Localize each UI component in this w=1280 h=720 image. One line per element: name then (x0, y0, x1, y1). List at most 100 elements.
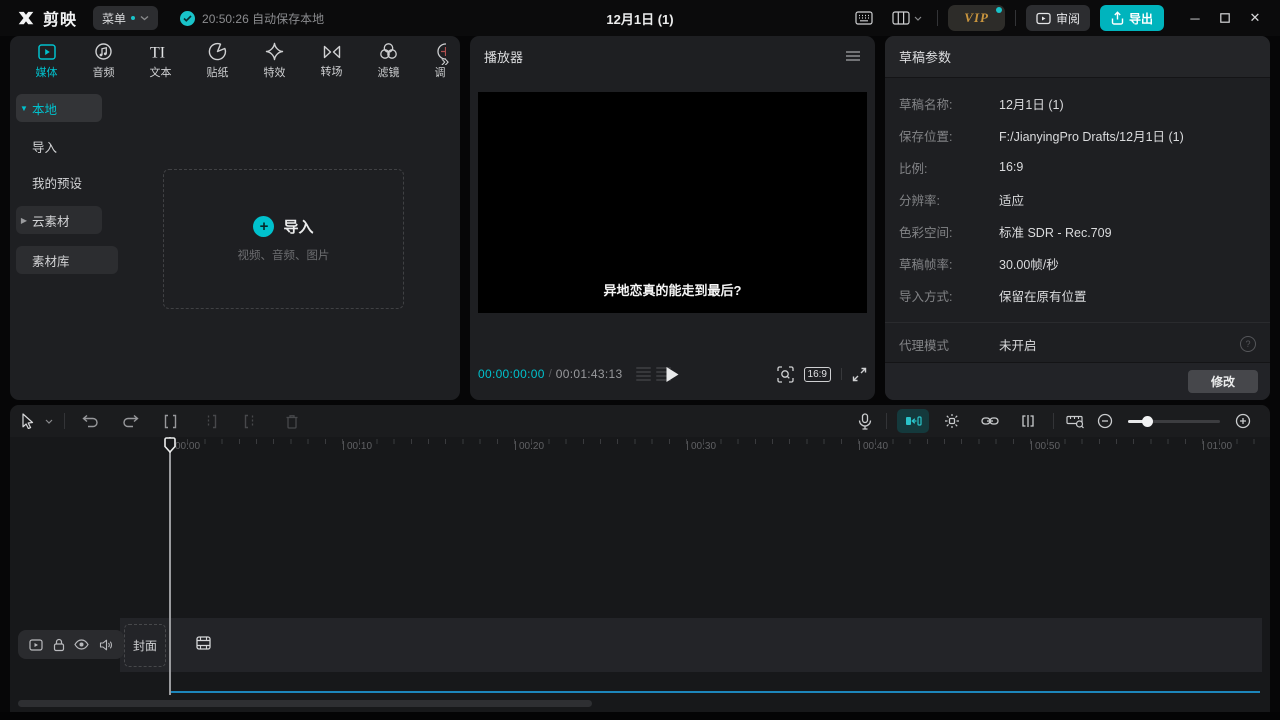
window-close-button[interactable]: ✕ (1240, 4, 1270, 32)
export-label: 导出 (1129, 10, 1153, 27)
sidebar-item-asset-library[interactable]: 素材库 (16, 246, 118, 274)
sidebar-item-local[interactable]: ▼ 本地 (16, 94, 102, 122)
main-track-indicator-line (170, 691, 1260, 693)
expand-tabs-button[interactable]: » (434, 50, 456, 72)
playhead-line (169, 437, 171, 695)
sidebar-item-import[interactable]: 导入 (16, 132, 118, 160)
vip-label: VIP (964, 10, 989, 26)
autosave-status: 20:50:26 自动保存本地 (180, 10, 324, 27)
export-icon (1111, 11, 1124, 25)
caret-right-icon: ▶ (16, 216, 32, 225)
zoom-out-button[interactable] (1090, 408, 1120, 434)
split-clip-button[interactable] (155, 408, 185, 434)
fit-timeline-button[interactable] (1060, 408, 1090, 434)
auto-snap-button[interactable] (937, 408, 967, 434)
autosave-text: 20:50:26 自动保存本地 (202, 10, 324, 27)
tab-media[interactable]: 媒体 (18, 36, 75, 86)
audio-icon (94, 42, 113, 61)
color-space-row: 色彩空间: 标准 SDR - Rec.709 (885, 215, 1270, 247)
undo-button[interactable] (75, 408, 105, 434)
hide-track-icon[interactable] (74, 639, 89, 650)
video-preview[interactable]: 异地恋真的能走到最后? (478, 92, 867, 313)
app-logo: 剪映 (16, 6, 77, 30)
window-maximize-button[interactable] (1210, 4, 1240, 32)
tab-transitions[interactable]: 转场 (303, 36, 360, 86)
tab-text[interactable]: TI 文本 (132, 36, 189, 86)
lock-track-icon[interactable] (53, 638, 65, 652)
player-title: 播放器 (484, 47, 523, 66)
link-clips-button[interactable] (975, 408, 1005, 434)
sidebar-item-my-presets[interactable]: 我的预设 (16, 168, 118, 196)
current-timecode: 00:00:00:00 (478, 367, 545, 381)
media-icon (37, 43, 57, 61)
import-subtitle: 视频、音频、图片 (238, 247, 330, 263)
redo-button[interactable] (115, 408, 145, 434)
export-button[interactable]: 导出 (1100, 5, 1164, 31)
divider (886, 413, 887, 429)
transitions-icon (322, 44, 342, 60)
sticker-icon (208, 42, 227, 61)
main-track-lane[interactable] (120, 618, 1262, 672)
delete-clip-button[interactable] (277, 408, 307, 434)
review-button[interactable]: 审阅 (1026, 5, 1090, 31)
divider (885, 322, 1270, 323)
video-caption: 异地恋真的能走到最后? (478, 280, 867, 299)
chevron-down-icon (914, 16, 922, 21)
help-icon[interactable]: ? (1240, 336, 1256, 352)
asset-tabs: 媒体 音频 TI 文本 贴纸 特效 转场 滤镜 调节 (10, 36, 446, 86)
record-voiceover-button[interactable] (850, 408, 880, 434)
mute-track-icon[interactable] (99, 639, 113, 651)
aspect-ratio-button[interactable]: 16:9 (804, 367, 831, 382)
sidebar-item-cloud-assets[interactable]: ▶ 云素材 (16, 206, 102, 234)
tab-effects[interactable]: 特效 (246, 36, 303, 86)
preview-axis-button[interactable] (1013, 408, 1043, 434)
playhead-handle[interactable] (164, 437, 176, 453)
timeline-ruler[interactable]: 00:00 00:10 00:20 00:30 00:40 00:50 01:0… (170, 437, 1270, 459)
delete-right-button[interactable] (235, 408, 265, 434)
delete-left-button[interactable] (195, 408, 225, 434)
autosave-check-icon (180, 11, 195, 26)
preview-quality-icon[interactable] (777, 366, 794, 383)
zoom-slider-handle[interactable] (1142, 416, 1153, 427)
total-duration: 00:01:43:13 (556, 367, 623, 381)
divider (937, 10, 938, 26)
player-menu-icon[interactable] (845, 50, 861, 62)
divider (841, 368, 842, 380)
tab-sticker[interactable]: 贴纸 (189, 36, 246, 86)
timeline-panel: 00:00 00:10 00:20 00:30 00:40 00:50 01:0… (10, 405, 1270, 712)
clip-placeholder-film-icon (196, 636, 211, 650)
window-minimize-button[interactable]: ─ (1180, 4, 1210, 32)
cover-button[interactable]: 封面 (124, 624, 166, 667)
proxy-mode-row: 代理模式 未开启 ? (899, 330, 1256, 358)
modify-button[interactable]: 修改 (1188, 370, 1258, 393)
draft-name-row: 草稿名称: 12月1日 (1) (885, 87, 1270, 119)
import-dropzone[interactable]: + 导入 视频、音频、图片 (163, 169, 404, 309)
frame-rate-row: 草稿帧率: 30.00帧/秒 (885, 247, 1270, 279)
effects-icon (265, 42, 284, 61)
vip-button[interactable]: VIP (948, 5, 1005, 31)
timeline-horizontal-scrollbar[interactable] (18, 700, 592, 707)
menu-button[interactable]: 菜单 (93, 6, 158, 30)
resolution-row: 分辨率: 适应 (885, 183, 1270, 215)
select-tool-chevron[interactable] (40, 408, 58, 434)
caret-down-icon: ▼ (16, 104, 32, 113)
play-button[interactable] (662, 363, 684, 385)
tab-audio[interactable]: 音频 (75, 36, 132, 86)
timeline-toolbar (10, 405, 1270, 437)
import-title: 导入 (283, 216, 313, 237)
main-track-magnet-button[interactable] (897, 409, 929, 433)
layout-switch-button[interactable] (887, 7, 927, 29)
fullscreen-icon[interactable] (852, 367, 867, 382)
select-tool-button[interactable] (16, 408, 40, 434)
track-type-video-icon (29, 639, 43, 651)
text-icon: TI (150, 43, 172, 61)
divider (64, 413, 65, 429)
menu-label: 菜单 (102, 10, 126, 27)
aspect-ratio-row: 比例: 16:9 (885, 151, 1270, 183)
svg-text:TI: TI (150, 44, 165, 61)
divider (1053, 413, 1054, 429)
shortcut-keyboard-button[interactable] (851, 7, 877, 29)
timeline-zoom-slider[interactable] (1128, 420, 1220, 423)
zoom-in-button[interactable] (1228, 408, 1258, 434)
tab-filters[interactable]: 滤镜 (360, 36, 417, 86)
